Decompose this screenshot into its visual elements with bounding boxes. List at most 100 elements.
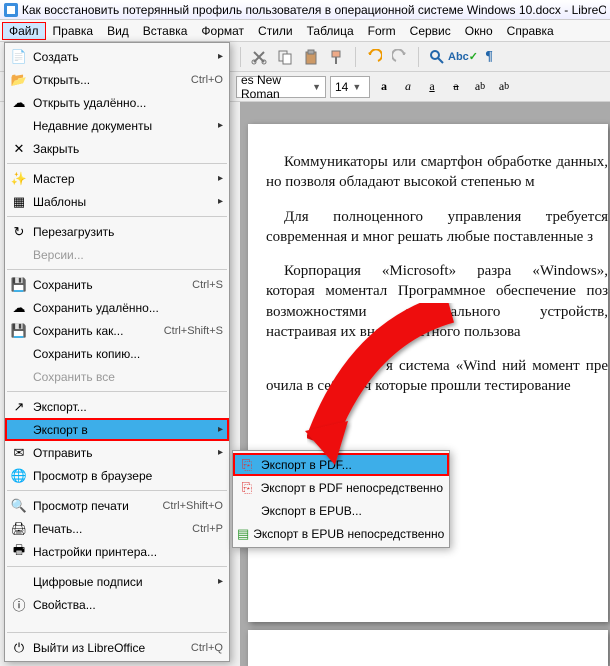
wizard-icon: ✨ (9, 171, 29, 187)
menu-styles[interactable]: Стили (251, 22, 300, 40)
menu-item-export[interactable]: ↗Экспорт... (5, 395, 229, 418)
menu-item-wizard[interactable]: ✨Мастер▸ (5, 167, 229, 190)
template-icon: ▦ (9, 194, 29, 210)
pdf-direct-icon: ⎘ (237, 480, 257, 496)
export-submenu: ⎘Экспорт в PDF... ⎘Экспорт в PDF непосре… (232, 450, 450, 548)
menu-format[interactable]: Формат (194, 22, 251, 40)
menu-tools[interactable]: Сервис (403, 22, 458, 40)
formatting-marks-icon[interactable]: ¶ (479, 47, 499, 67)
submenu-item-export-pdf-direct[interactable]: ⎘Экспорт в PDF непосредственно (233, 476, 449, 499)
menu-item-send[interactable]: ✉Отправить▸ (5, 441, 229, 464)
menu-item-save-all: Сохранить все (5, 365, 229, 388)
close-icon: ✕ (9, 141, 29, 157)
redo-icon[interactable] (390, 47, 410, 67)
menu-item-print[interactable]: 🖨Печать...Ctrl+P (5, 517, 229, 540)
menu-window[interactable]: Окно (458, 22, 500, 40)
underline-icon[interactable]: a (422, 77, 442, 97)
separator (7, 269, 227, 270)
separator (240, 47, 241, 67)
menu-help[interactable]: Справка (500, 22, 561, 40)
separator (7, 391, 227, 392)
menu-item-print-preview[interactable]: 🔍Просмотр печатиCtrl+Shift+O (5, 494, 229, 517)
submenu-item-export-epub-direct[interactable]: ▤Экспорт в EPUB непосредственно (233, 522, 449, 545)
send-icon: ✉ (9, 445, 29, 461)
paste-icon[interactable] (301, 47, 321, 67)
separator (7, 216, 227, 217)
menubar: Файл Правка Вид Вставка Формат Стили Таб… (0, 20, 610, 42)
save-remote-icon: ☁ (9, 300, 29, 316)
open-icon: 📂 (9, 72, 29, 88)
cut-icon[interactable] (249, 47, 269, 67)
save-as-icon: 💾 (9, 323, 29, 339)
separator (7, 566, 227, 567)
menu-insert[interactable]: Вставка (136, 22, 195, 40)
separator (7, 632, 227, 633)
menu-table[interactable]: Таблица (300, 22, 361, 40)
copy-icon[interactable] (275, 47, 295, 67)
open-remote-icon: ☁ (9, 95, 29, 111)
save-icon: 💾 (9, 277, 29, 293)
menu-item-templates[interactable]: ▦Шаблоны▸ (5, 190, 229, 213)
file-menu-dropdown: 📄Создать▸ 📂Открыть...Ctrl+O ☁Открыть уда… (4, 42, 230, 662)
print-icon: 🖨 (9, 521, 29, 537)
separator (355, 47, 356, 67)
font-size-combo[interactable]: 14▼ (330, 76, 370, 98)
menu-item-open-remote[interactable]: ☁Открыть удалённо... (5, 91, 229, 114)
reload-icon: ↻ (9, 224, 29, 240)
submenu-item-export-pdf[interactable]: ⎘Экспорт в PDF... (233, 453, 449, 476)
menu-item-digital-signatures[interactable]: Цифровые подписи▸ (5, 570, 229, 593)
superscript-icon[interactable]: ab (470, 77, 490, 97)
submenu-item-export-epub[interactable]: Экспорт в EPUB... (233, 499, 449, 522)
menu-item-versions: Версии... (5, 243, 229, 266)
separator (418, 47, 419, 67)
paragraph: я система «Wind ний момент пре очила в с… (266, 356, 608, 397)
menu-item-export-to[interactable]: Экспорт в▸ (5, 418, 229, 441)
print-preview-icon: 🔍 (9, 498, 29, 514)
browser-icon: 🌐 (9, 468, 29, 484)
menu-item-save-remote[interactable]: ☁Сохранить удалённо... (5, 296, 229, 319)
italic-icon[interactable]: a (398, 77, 418, 97)
menu-item-save[interactable]: 💾СохранитьCtrl+S (5, 273, 229, 296)
printer-settings-icon: 🖶 (9, 544, 29, 560)
export-icon: ↗ (9, 399, 29, 415)
chevron-down-icon: ▼ (352, 82, 361, 92)
app-icon (4, 3, 18, 17)
menu-item-recent[interactable]: Недавние документы▸ (5, 114, 229, 137)
separator (7, 490, 227, 491)
menu-view[interactable]: Вид (100, 22, 136, 40)
spellcheck-icon[interactable]: Abc✓ (453, 47, 473, 67)
menu-item-preview-browser[interactable]: 🌐Просмотр в браузере (5, 464, 229, 487)
menu-item-save-copy[interactable]: Сохранить копию... (5, 342, 229, 365)
find-icon[interactable] (427, 47, 447, 67)
properties-icon: ⓘ (9, 597, 29, 613)
clone-formatting-icon[interactable] (327, 47, 347, 67)
paragraph: Для полноценного управления требуется со… (266, 207, 608, 248)
menu-item-open[interactable]: 📂Открыть...Ctrl+O (5, 68, 229, 91)
menu-item-close[interactable]: ✕Закрыть (5, 137, 229, 160)
exit-icon: ⏻ (9, 640, 29, 656)
undo-icon[interactable] (364, 47, 384, 67)
new-doc-icon: 📄 (9, 49, 29, 65)
document-page-next[interactable] (248, 630, 608, 666)
strikethrough-icon[interactable]: a (446, 77, 466, 97)
menu-item-reload[interactable]: ↻Перезагрузить (5, 220, 229, 243)
pdf-icon: ⎘ (237, 457, 257, 473)
font-name-combo[interactable]: es New Roman▼ (236, 76, 326, 98)
menu-item-save-as[interactable]: 💾Сохранить как...Ctrl+Shift+S (5, 319, 229, 342)
menu-item-properties[interactable]: ⓘСвойства... (5, 593, 229, 616)
titlebar: Как восстановить потерянный профиль поль… (0, 0, 610, 20)
window-title: Как восстановить потерянный профиль поль… (22, 3, 606, 17)
menu-file[interactable]: Файл (2, 22, 46, 40)
bold-icon[interactable]: a (374, 77, 394, 97)
menu-item-new[interactable]: 📄Создать▸ (5, 45, 229, 68)
menu-form[interactable]: Form (361, 22, 403, 40)
separator (7, 163, 227, 164)
menu-edit[interactable]: Правка (46, 22, 101, 40)
menu-item-printer-settings[interactable]: 🖶Настройки принтера... (5, 540, 229, 563)
subscript-icon[interactable]: ab (494, 77, 514, 97)
paragraph: Корпорация «Microsoft» разра «Windows», … (266, 261, 608, 342)
menu-item-exit[interactable]: ⏻Выйти из LibreOfficeCtrl+Q (5, 636, 229, 659)
epub-direct-icon: ▤ (237, 526, 249, 542)
paragraph: Коммуникаторы или смартфон обработке дан… (266, 152, 608, 193)
chevron-down-icon: ▼ (312, 82, 321, 92)
